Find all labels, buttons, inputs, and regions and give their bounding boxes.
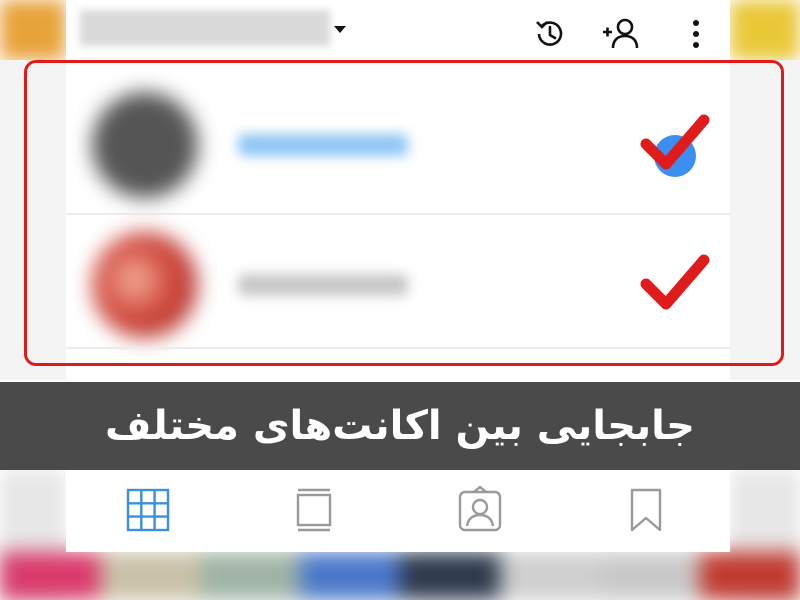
tagged-icon — [458, 485, 502, 532]
username-blurred[interactable] — [80, 10, 330, 46]
grid-icon — [126, 488, 170, 532]
tab-saved[interactable] — [622, 486, 670, 534]
account-switcher-list — [66, 80, 730, 350]
caption-text: جابجایی بین اکانت‌های مختلف — [105, 403, 695, 449]
saved-icon — [630, 488, 662, 532]
profile-tabs — [66, 470, 730, 552]
background-blur — [0, 60, 66, 380]
archive-icon[interactable] — [532, 16, 568, 52]
divider — [66, 347, 730, 349]
checkmark-icon — [640, 254, 710, 310]
account-name-blurred — [238, 134, 408, 156]
tab-grid[interactable] — [124, 486, 172, 534]
background-blur — [0, 0, 66, 60]
feed-icon — [296, 488, 332, 532]
avatar — [92, 92, 198, 198]
tab-feed[interactable] — [290, 486, 338, 534]
account-name-blurred — [238, 274, 408, 296]
avatar — [92, 232, 198, 338]
divider — [66, 213, 730, 215]
discover-people-icon[interactable] — [600, 16, 639, 52]
top-bar — [66, 0, 730, 60]
background-blur — [730, 60, 800, 380]
checkmark-icon — [640, 114, 710, 170]
more-options-icon[interactable] — [678, 16, 714, 52]
caption-banner: جابجایی بین اکانت‌های مختلف — [0, 382, 800, 470]
tab-tagged[interactable] — [456, 485, 504, 534]
background-blur — [0, 552, 800, 600]
chevron-down-icon[interactable] — [334, 26, 346, 33]
account-row[interactable] — [66, 80, 730, 210]
account-row[interactable] — [66, 220, 730, 350]
background-blur — [730, 0, 800, 60]
